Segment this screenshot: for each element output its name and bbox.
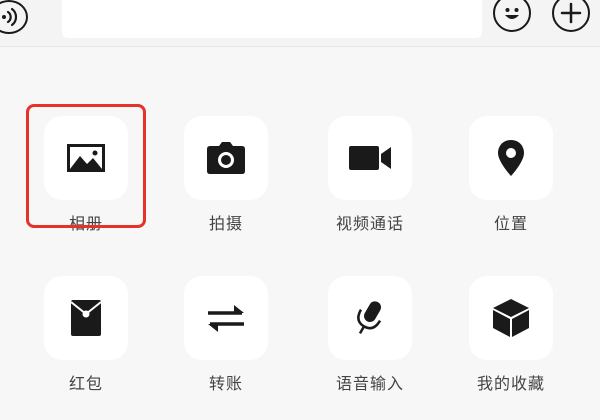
favorites-label: 我的收藏 [476, 374, 545, 393]
plus-icon [560, 2, 582, 24]
chat-input-toolbar [0, 0, 600, 47]
voice-toggle-button[interactable] [0, 0, 28, 34]
album-label: 相册 [68, 214, 103, 233]
favorites-item[interactable]: 我的收藏 [463, 276, 559, 400]
red-packet-item[interactable]: 红包 [38, 276, 134, 400]
red-packet-label: 红包 [68, 374, 103, 393]
album-item[interactable]: 相册 [38, 116, 134, 240]
video-call-tile [328, 116, 412, 200]
more-functions-panel: 相册 拍摄 视频通话 位置 红包 转账 语音输入 我的收藏 [0, 47, 600, 420]
red-envelope-icon [70, 300, 102, 336]
camera-item[interactable]: 拍摄 [178, 116, 274, 240]
album-tile [44, 116, 128, 200]
emoji-button[interactable] [493, 0, 531, 32]
transfer-arrows-icon [208, 305, 244, 332]
microphone-icon [357, 301, 382, 334]
voice-input-tile [328, 276, 412, 360]
location-label: 位置 [493, 214, 528, 233]
voice-wave-icon [2, 7, 18, 27]
transfer-item[interactable]: 转账 [178, 276, 274, 400]
red-packet-tile [44, 276, 128, 360]
voice-input-item[interactable]: 语音输入 [322, 276, 418, 400]
camera-tile [184, 116, 268, 200]
message-input[interactable] [62, 0, 482, 38]
more-functions-button[interactable] [552, 0, 590, 32]
camera-label: 拍摄 [208, 214, 243, 233]
image-icon [67, 144, 105, 172]
location-pin-icon [498, 140, 524, 176]
transfer-tile [184, 276, 268, 360]
video-call-label: 视频通话 [335, 214, 404, 233]
favorites-tile [469, 276, 553, 360]
video-camera-icon [349, 146, 391, 170]
transfer-label: 转账 [208, 374, 243, 393]
location-tile [469, 116, 553, 200]
smiley-face-icon [505, 8, 519, 19]
location-item[interactable]: 位置 [463, 116, 559, 240]
voice-input-label: 语音输入 [335, 374, 404, 393]
camera-icon [207, 142, 245, 174]
video-call-item[interactable]: 视频通话 [322, 116, 418, 240]
cube-icon [493, 299, 529, 337]
